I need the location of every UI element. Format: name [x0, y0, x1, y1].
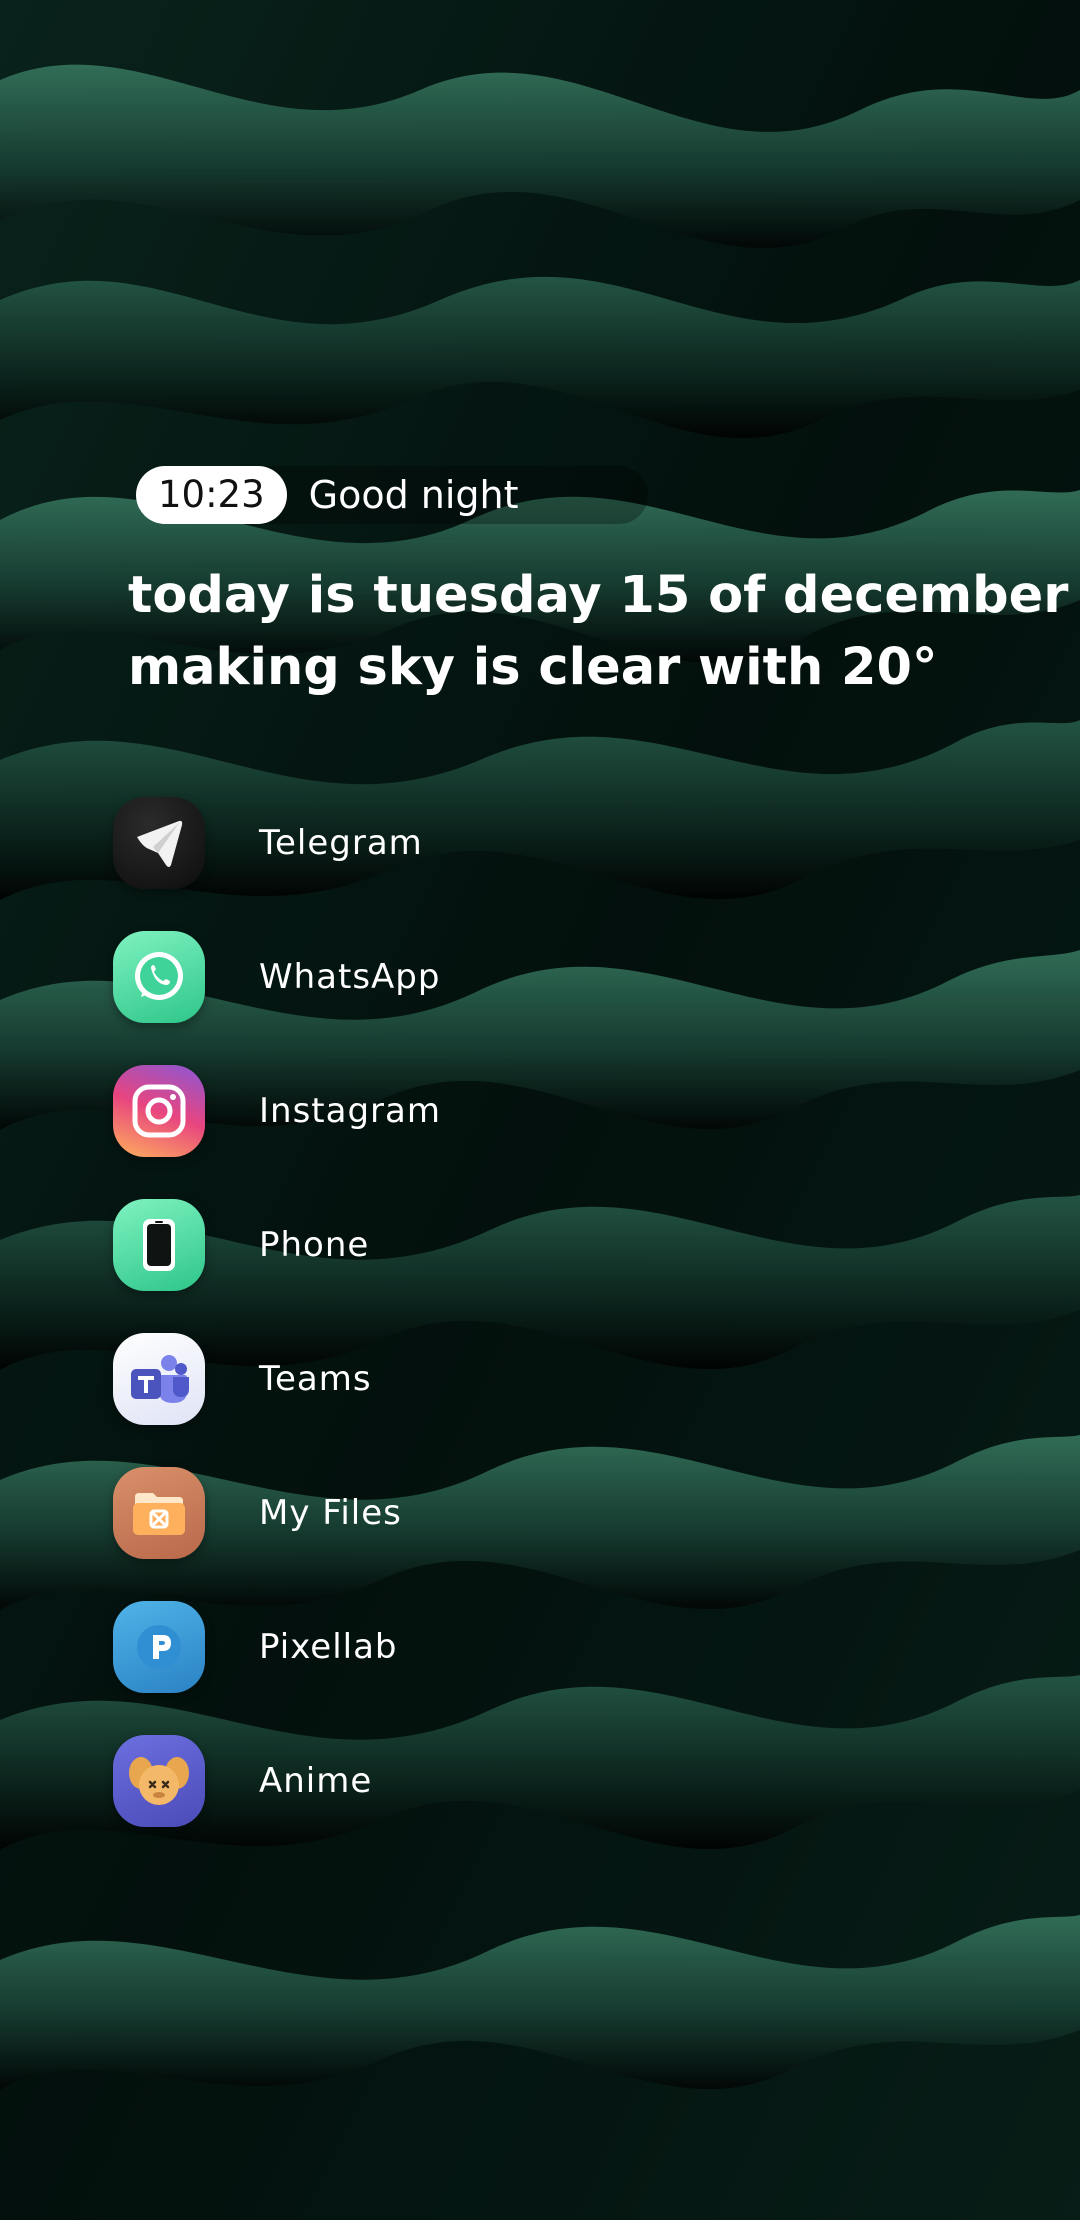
- greeting-text: Good night: [308, 473, 519, 517]
- app-label-pixellab: Pixellab: [259, 1627, 398, 1667]
- app-item-anime[interactable]: Anime: [113, 1735, 873, 1869]
- app-label-my-files: My Files: [259, 1493, 402, 1533]
- app-label-instagram: Instagram: [259, 1091, 441, 1131]
- app-label-telegram: Telegram: [259, 823, 423, 863]
- anime-icon[interactable]: [113, 1735, 205, 1827]
- headline-line-2: making sky is clear with 20°: [128, 638, 938, 697]
- app-item-teams[interactable]: Teams: [113, 1333, 873, 1467]
- header-bar: 10:23 Good night: [136, 466, 648, 524]
- my-files-icon[interactable]: [113, 1467, 205, 1559]
- app-label-anime: Anime: [259, 1761, 373, 1801]
- app-list: Telegram WhatsApp Instagram Phone Teams …: [113, 797, 873, 1869]
- headline-line-1: today is tuesday 15 of december: [128, 566, 1069, 625]
- clock-pill[interactable]: 10:23: [136, 466, 287, 524]
- date-weather-headline: today is tuesday 15 of december making s…: [128, 560, 1069, 704]
- telegram-icon[interactable]: [113, 797, 205, 889]
- whatsapp-icon[interactable]: [113, 931, 205, 1023]
- app-label-whatsapp: WhatsApp: [259, 957, 441, 997]
- app-label-teams: Teams: [259, 1359, 372, 1399]
- app-item-phone[interactable]: Phone: [113, 1199, 873, 1333]
- app-item-pixellab[interactable]: Pixellab: [113, 1601, 873, 1735]
- app-item-instagram[interactable]: Instagram: [113, 1065, 873, 1199]
- app-item-my-files[interactable]: My Files: [113, 1467, 873, 1601]
- instagram-icon[interactable]: [113, 1065, 205, 1157]
- home-screen: 10:23 Good night today is tuesday 15 of …: [0, 0, 1080, 2220]
- app-item-whatsapp[interactable]: WhatsApp: [113, 931, 873, 1065]
- pixellab-icon[interactable]: [113, 1601, 205, 1693]
- teams-icon[interactable]: [113, 1333, 205, 1425]
- app-item-telegram[interactable]: Telegram: [113, 797, 873, 931]
- phone-icon[interactable]: [113, 1199, 205, 1291]
- app-label-phone: Phone: [259, 1225, 370, 1265]
